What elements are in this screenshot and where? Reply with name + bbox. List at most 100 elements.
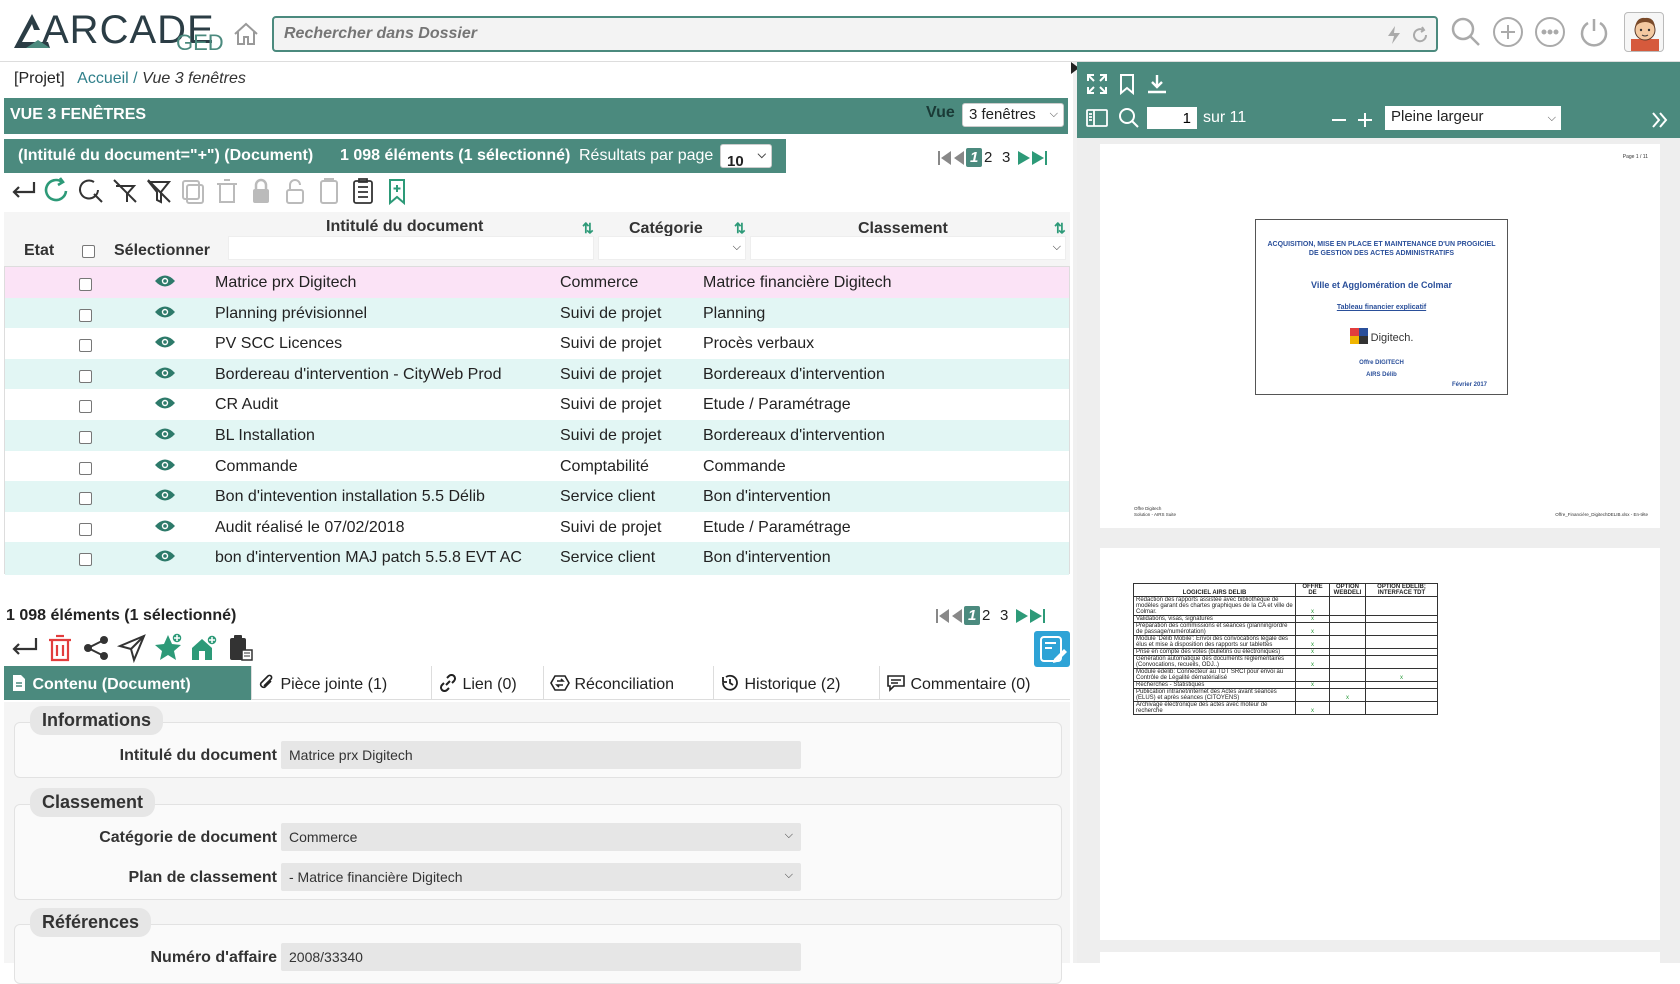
filter-intitule-input[interactable] bbox=[228, 236, 594, 260]
bookmark-add-icon[interactable] bbox=[382, 176, 412, 206]
search-input[interactable] bbox=[274, 18, 1354, 50]
search-refresh-icon[interactable] bbox=[76, 176, 106, 206]
row-checkbox[interactable] bbox=[79, 278, 92, 291]
eye-icon[interactable] bbox=[154, 305, 176, 319]
row-checkbox[interactable] bbox=[79, 553, 92, 567]
row-checkbox[interactable] bbox=[79, 369, 92, 383]
next-page-icon[interactable] bbox=[1018, 150, 1030, 166]
plan-select[interactable]: - Matrice financière Digitech ⌵ bbox=[281, 863, 801, 891]
first-page-icon[interactable] bbox=[938, 150, 952, 166]
sort-icon[interactable]: ⇅ bbox=[734, 220, 746, 237]
clipboard-icon[interactable] bbox=[314, 176, 344, 206]
page-3-link[interactable]: 3 bbox=[1000, 607, 1008, 624]
table-row[interactable]: Matrice prx Digitech Commerce Matrice fina… bbox=[5, 267, 1069, 300]
lock-icon[interactable] bbox=[246, 176, 276, 206]
back-icon[interactable] bbox=[8, 176, 38, 206]
double-chevron-right-icon[interactable] bbox=[1647, 108, 1671, 132]
prev-page-icon[interactable] bbox=[954, 150, 964, 166]
table-row[interactable]: Bordereau d'intervention - CityWeb Prod S… bbox=[5, 358, 1069, 392]
table-row[interactable]: BL Installation Suivi de projet Bordereaux… bbox=[5, 420, 1069, 453]
eye-icon[interactable] bbox=[154, 549, 176, 563]
trash-icon[interactable] bbox=[212, 176, 242, 206]
send-icon[interactable] bbox=[116, 632, 148, 664]
tab-contenu[interactable]: Contenu (Document) bbox=[4, 666, 252, 700]
refresh-icon[interactable] bbox=[1410, 25, 1430, 45]
checklist-icon[interactable] bbox=[348, 176, 378, 206]
zoom-select[interactable]: Pleine largeur ⌵ bbox=[1385, 106, 1561, 130]
eye-icon[interactable] bbox=[154, 458, 176, 472]
refresh-icon[interactable] bbox=[42, 176, 72, 206]
row-checkbox[interactable] bbox=[79, 522, 92, 536]
row-checkbox[interactable] bbox=[79, 339, 92, 353]
row-checkbox[interactable] bbox=[79, 492, 92, 506]
col-intitule[interactable]: Intitulé du document bbox=[326, 218, 483, 236]
edit-form-icon[interactable] bbox=[1034, 631, 1070, 667]
per-page-select[interactable]: 10 ⌵ bbox=[720, 144, 772, 170]
eye-icon[interactable] bbox=[154, 335, 176, 349]
page-number-input[interactable] bbox=[1147, 107, 1197, 129]
fullscreen-icon[interactable] bbox=[1085, 72, 1109, 96]
table-row[interactable]: CR Audit Suivi de projet Etude / Paramétra… bbox=[5, 389, 1069, 423]
page-2-link[interactable]: 2 bbox=[982, 607, 990, 624]
filter-classement-select[interactable]: ⌵ bbox=[750, 236, 1066, 260]
sort-icon[interactable]: ⇅ bbox=[582, 220, 594, 237]
eye-icon[interactable] bbox=[154, 427, 176, 441]
home-icon[interactable] bbox=[232, 20, 260, 48]
table-row[interactable]: Audit réalisé le 07/02/2018 Suivi de proj… bbox=[5, 511, 1069, 545]
table-row[interactable]: PV SCC Licences Suivi de projet Procès ver… bbox=[5, 328, 1069, 362]
row-checkbox[interactable] bbox=[79, 400, 92, 414]
categorie-select[interactable]: Commerce ⌵ bbox=[281, 823, 801, 851]
table-row[interactable]: Commande Comptabilité Commande bbox=[5, 450, 1069, 484]
eye-icon[interactable] bbox=[154, 488, 176, 502]
tab-lien[interactable]: Lien (0) bbox=[432, 666, 544, 700]
more-icon[interactable] bbox=[1534, 16, 1566, 48]
paste-icon[interactable] bbox=[224, 632, 256, 664]
intitule-field[interactable]: Matrice prx Digitech bbox=[281, 741, 801, 769]
tab-piece-jointe[interactable]: Pièce jointe (1) bbox=[252, 666, 432, 700]
page-2-link[interactable]: 2 bbox=[984, 149, 992, 166]
favorite-add-icon[interactable] bbox=[152, 632, 184, 664]
numero-field[interactable]: 2008/33340 bbox=[281, 943, 801, 971]
table-row[interactable]: Bon d'intevention installation 5.5 Délib… bbox=[5, 481, 1069, 515]
tab-commentaire[interactable]: Commentaire (0) bbox=[880, 666, 1070, 700]
search-icon[interactable] bbox=[1117, 106, 1141, 130]
filter-clear-icon[interactable] bbox=[110, 176, 140, 206]
next-page-icon[interactable] bbox=[1016, 608, 1028, 624]
delete-icon[interactable] bbox=[44, 632, 76, 664]
eye-icon[interactable] bbox=[154, 366, 176, 380]
table-row[interactable]: Planning prévisionnel Suivi de projet Plan… bbox=[5, 297, 1069, 331]
eye-icon[interactable] bbox=[154, 274, 176, 288]
tab-historique[interactable]: Historique (2) bbox=[714, 666, 880, 700]
last-page-icon[interactable] bbox=[1030, 608, 1046, 624]
select-all-checkbox[interactable] bbox=[82, 245, 95, 258]
last-page-icon[interactable] bbox=[1032, 150, 1048, 166]
breadcrumb-home-link[interactable]: Accueil bbox=[77, 70, 129, 87]
page-3-link[interactable]: 3 bbox=[1002, 149, 1010, 166]
page-1-current[interactable]: 1 bbox=[964, 606, 981, 625]
search-icon[interactable] bbox=[1450, 16, 1482, 48]
search-bar[interactable] bbox=[272, 16, 1438, 52]
filter-off-icon[interactable] bbox=[144, 176, 174, 206]
row-checkbox[interactable] bbox=[79, 431, 92, 444]
lightning-icon[interactable] bbox=[1386, 25, 1402, 45]
copy-icon[interactable] bbox=[178, 176, 208, 206]
share-icon[interactable] bbox=[80, 632, 112, 664]
tab-reconciliation[interactable]: Réconciliation bbox=[544, 666, 714, 700]
sort-icon[interactable]: ⇅ bbox=[1054, 220, 1066, 237]
bookmark-icon[interactable] bbox=[1115, 72, 1139, 96]
table-row[interactable]: bon d'intervention MAJ patch 5.5.8 EVT A… bbox=[5, 542, 1069, 576]
back-icon[interactable] bbox=[8, 632, 40, 664]
folder-home-add-icon[interactable] bbox=[188, 632, 220, 664]
add-circle-icon[interactable] bbox=[1492, 16, 1524, 48]
zoom-in-icon[interactable] bbox=[1353, 108, 1377, 132]
vue-select[interactable]: 3 fenêtres ⌵ bbox=[962, 103, 1064, 127]
prev-page-icon[interactable] bbox=[952, 608, 962, 624]
eye-icon[interactable] bbox=[154, 396, 176, 410]
sidebar-toggle-icon[interactable] bbox=[1085, 106, 1109, 130]
row-checkbox[interactable] bbox=[79, 308, 92, 322]
zoom-out-icon[interactable] bbox=[1327, 108, 1351, 132]
user-avatar[interactable] bbox=[1624, 12, 1664, 52]
power-icon[interactable] bbox=[1578, 16, 1610, 48]
page-1-current[interactable]: 1 bbox=[966, 148, 983, 167]
row-checkbox[interactable] bbox=[79, 461, 92, 475]
